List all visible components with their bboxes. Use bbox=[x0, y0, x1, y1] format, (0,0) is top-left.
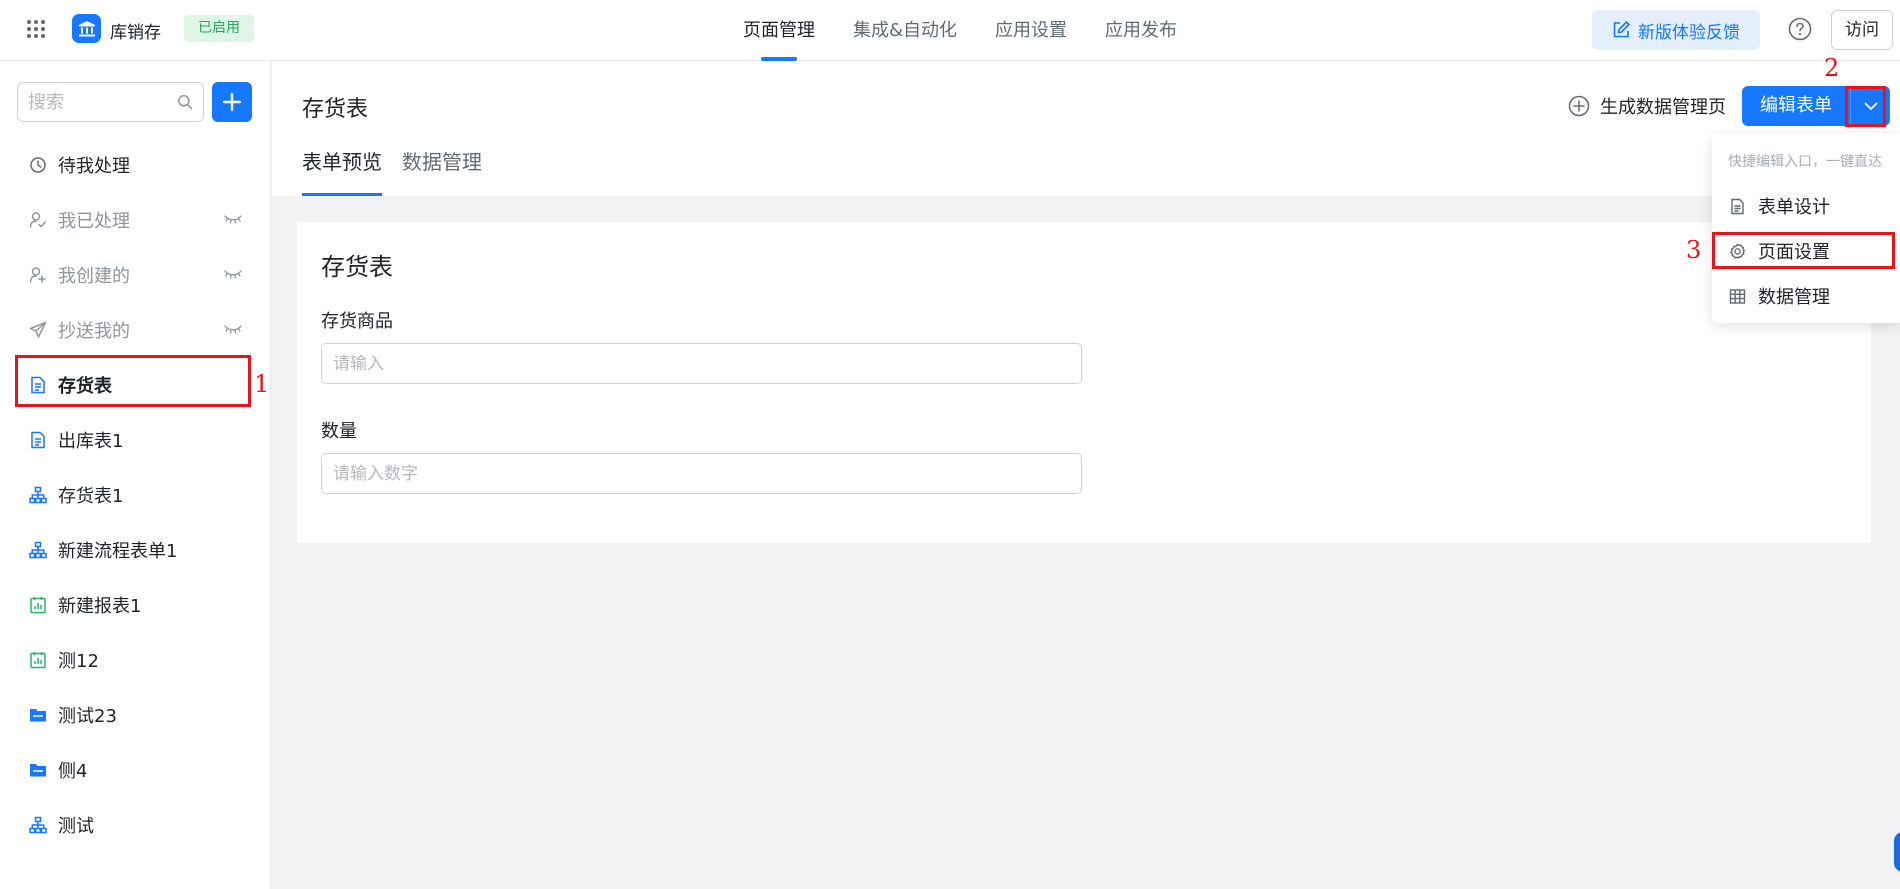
document-icon bbox=[1731, 198, 1744, 214]
sidebar-item-label: 出库表1 bbox=[58, 430, 124, 452]
report-icon bbox=[29, 651, 47, 669]
annotation-number-2: 2 bbox=[1824, 54, 1840, 82]
sidebar-item-side-4[interactable]: 侧4 bbox=[0, 742, 270, 797]
help-icon[interactable] bbox=[1788, 17, 1812, 41]
sidebar-list: 待我处理 我已处理 我创建的 抄送我的 存货表 出库表1 存货表1 新建流程表单… bbox=[0, 137, 270, 852]
sidebar-item-pending[interactable]: 待我处理 bbox=[0, 137, 270, 192]
goods-input[interactable] bbox=[321, 343, 1082, 384]
sidebar-item-inventory[interactable]: 存货表 bbox=[0, 357, 270, 412]
flow-icon bbox=[29, 541, 47, 559]
table-icon bbox=[1729, 288, 1746, 304]
top-bar: 库销存 已启用 页面管理 集成&自动化 应用设置 应用发布 新版体验反馈 访问 bbox=[0, 0, 1900, 61]
sidebar-item-created[interactable]: 我创建的 bbox=[0, 247, 270, 302]
field-label-quantity: 数量 bbox=[321, 421, 357, 442]
tab-page-management[interactable]: 页面管理 bbox=[724, 0, 834, 61]
feedback-button[interactable]: 新版体验反馈 bbox=[1592, 10, 1760, 50]
main-nav: 页面管理 集成&自动化 应用设置 应用发布 bbox=[724, 0, 1196, 61]
sidebar-item-label: 存货表1 bbox=[58, 485, 124, 507]
flow-icon bbox=[29, 486, 47, 504]
menu-item-data-management[interactable]: 数据管理 bbox=[1712, 276, 1900, 316]
app-grid-icon[interactable] bbox=[26, 19, 46, 39]
sidebar-item-label: 我创建的 bbox=[58, 265, 130, 287]
chevron-down-icon bbox=[1864, 102, 1877, 110]
generate-data-page-label: 生成数据管理页 bbox=[1600, 97, 1726, 118]
field-label-goods: 存货商品 bbox=[321, 311, 393, 332]
form-doc-icon bbox=[29, 431, 47, 449]
tab-data-management[interactable]: 数据管理 bbox=[402, 147, 482, 196]
sidebar-item-new-flow-1[interactable]: 新建流程表单1 bbox=[0, 522, 270, 577]
send-icon bbox=[29, 321, 47, 339]
menu-item-label: 页面设置 bbox=[1758, 242, 1830, 263]
form-preview-card: 存货表 存货商品 数量 bbox=[297, 222, 1871, 543]
edit-form-button[interactable]: 编辑表单 bbox=[1742, 86, 1850, 126]
gear-icon bbox=[1730, 242, 1746, 259]
generate-data-page-button[interactable]: 生成数据管理页 bbox=[1568, 93, 1726, 119]
sidebar-search bbox=[17, 82, 204, 122]
sidebar-item-label: 测试23 bbox=[58, 705, 117, 727]
user-add-icon bbox=[29, 266, 47, 284]
feedback-label: 新版体验反馈 bbox=[1638, 22, 1740, 43]
sidebar-item-label: 待我处理 bbox=[58, 155, 130, 177]
sidebar-item-label: 新建流程表单1 bbox=[58, 540, 178, 562]
menu-item-form-design[interactable]: 表单设计 bbox=[1712, 186, 1900, 226]
report-icon bbox=[29, 596, 47, 614]
search-icon[interactable] bbox=[177, 94, 193, 110]
visit-button[interactable]: 访问 bbox=[1831, 10, 1893, 50]
form-title: 存货表 bbox=[321, 253, 393, 281]
sidebar-item-new-report-1[interactable]: 新建报表1 bbox=[0, 577, 270, 632]
tab-app-settings[interactable]: 应用设置 bbox=[976, 0, 1086, 61]
dropdown-hint: 快捷编辑入口，一键直达 bbox=[1728, 154, 1882, 170]
sidebar-item-label: 存货表 bbox=[58, 375, 112, 397]
form-doc-icon bbox=[29, 376, 47, 394]
plus-circle-icon bbox=[1568, 95, 1590, 117]
add-page-button[interactable] bbox=[212, 82, 252, 122]
content-header: 存货表 生成数据管理页 编辑表单 表单预览 数据管理 bbox=[272, 61, 1900, 196]
menu-item-label: 表单设计 bbox=[1758, 197, 1830, 218]
sidebar-item-cc[interactable]: 抄送我的 bbox=[0, 302, 270, 357]
flow-icon bbox=[29, 816, 47, 834]
bank-icon bbox=[72, 14, 101, 43]
edit-form-dropdown-toggle[interactable] bbox=[1850, 86, 1890, 126]
folder-icon bbox=[29, 706, 47, 724]
menu-item-label: 数据管理 bbox=[1758, 287, 1830, 308]
folder-icon bbox=[29, 761, 47, 779]
floating-assistant-button[interactable] bbox=[1894, 832, 1900, 872]
content-tabs: 表单预览 数据管理 bbox=[302, 147, 482, 196]
sidebar-item-inventory-1[interactable]: 存货表1 bbox=[0, 467, 270, 522]
sidebar-item-label: 测试 bbox=[58, 815, 94, 837]
eye-hidden-icon[interactable] bbox=[224, 268, 242, 280]
edit-dropdown-menu: 快捷编辑入口，一键直达 表单设计 页面设置 数据管理 bbox=[1712, 134, 1900, 323]
quantity-input[interactable] bbox=[321, 453, 1082, 494]
sidebar-item-label: 侧4 bbox=[58, 760, 88, 782]
page-title: 存货表 bbox=[302, 97, 369, 122]
plus-icon bbox=[222, 92, 242, 112]
clock-icon bbox=[29, 156, 47, 174]
sidebar-item-test-23[interactable]: 测试23 bbox=[0, 687, 270, 742]
app-name: 库销存 bbox=[110, 23, 161, 43]
annotation-number-1: 1 bbox=[254, 370, 270, 398]
tab-integration[interactable]: 集成&自动化 bbox=[834, 0, 976, 61]
tab-app-publish[interactable]: 应用发布 bbox=[1086, 0, 1196, 61]
annotation-number-3: 3 bbox=[1686, 236, 1702, 264]
sidebar-item-label: 我已处理 bbox=[58, 210, 130, 232]
sidebar-item-outbound[interactable]: 出库表1 bbox=[0, 412, 270, 467]
edit-note-icon bbox=[1613, 21, 1630, 38]
eye-hidden-icon[interactable] bbox=[224, 213, 242, 225]
tab-form-preview[interactable]: 表单预览 bbox=[302, 147, 382, 196]
sidebar-item-processed[interactable]: 我已处理 bbox=[0, 192, 270, 247]
user-check-icon bbox=[29, 211, 47, 229]
status-badge: 已启用 bbox=[184, 15, 254, 42]
eye-hidden-icon[interactable] bbox=[224, 323, 242, 335]
sidebar: 待我处理 我已处理 我创建的 抄送我的 存货表 出库表1 存货表1 bbox=[0, 61, 271, 889]
sidebar-item-test[interactable]: 测试 bbox=[0, 797, 270, 852]
sidebar-item-label: 新建报表1 bbox=[58, 595, 142, 617]
menu-item-page-settings[interactable]: 页面设置 bbox=[1712, 231, 1900, 271]
search-input[interactable] bbox=[28, 83, 178, 121]
sidebar-item-label: 测12 bbox=[58, 650, 99, 672]
sidebar-item-test-12[interactable]: 测12 bbox=[0, 632, 270, 687]
sidebar-item-label: 抄送我的 bbox=[58, 320, 130, 342]
